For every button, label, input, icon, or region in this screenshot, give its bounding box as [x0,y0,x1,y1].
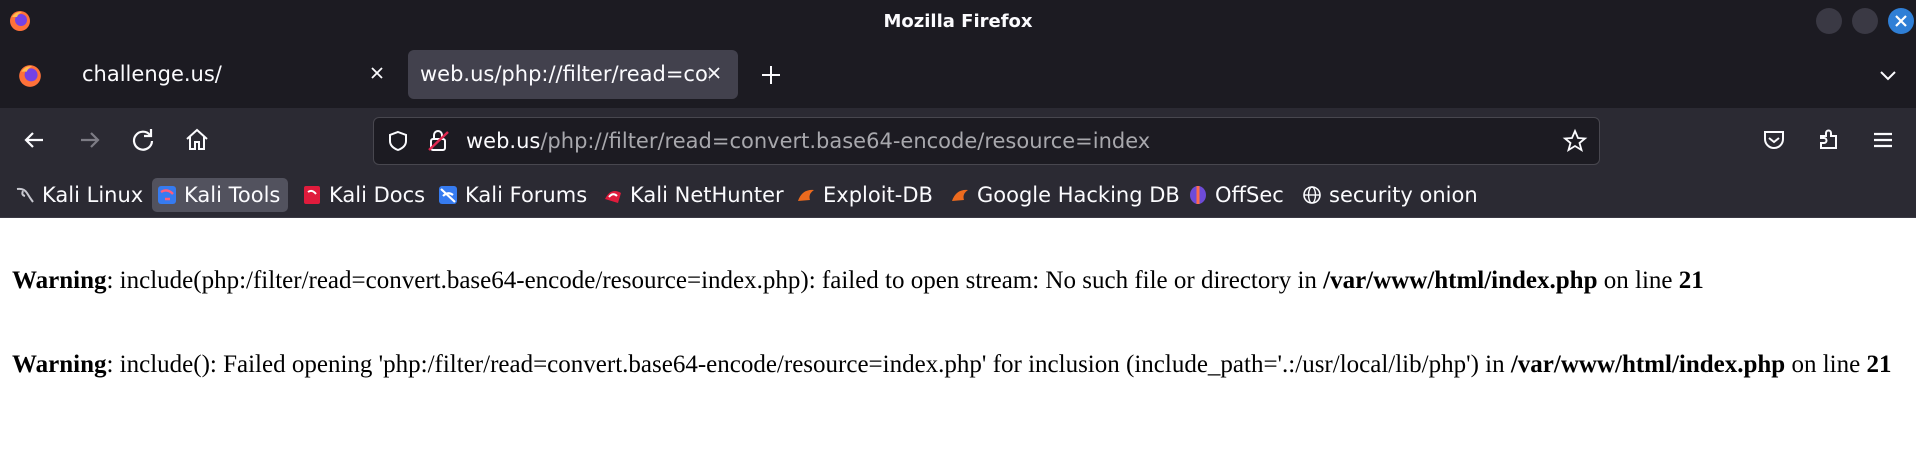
kali-tools-icon [158,186,176,204]
kali-dragon-icon [16,187,34,203]
warning-text: : include(php:/filter/read=convert.base6… [106,267,1324,294]
ghdb-icon [952,189,968,201]
bookmark-label: Exploit-DB [823,183,933,207]
close-icon [1895,15,1907,27]
tab-web-us[interactable]: web.us/php://filter/read=con [408,50,738,99]
warning-file: /var/www/html/index.php [1510,351,1786,378]
bookmark-kali-nethunter[interactable]: Kali NetHunter [598,178,784,212]
tab-title: challenge.us/ [82,62,222,86]
warning-line-number: 21 [1866,351,1892,378]
maximize-button[interactable] [1852,8,1878,34]
exploit-db-icon [798,189,814,201]
forward-arrow-icon[interactable] [75,126,103,154]
url-bar[interactable]: web.us/php://filter/read=convert.base64-… [373,117,1600,165]
kali-nethunter-icon [605,191,621,203]
navigation-bar: web.us/php://filter/read=convert.base64-… [0,108,1916,172]
bookmark-kali-tools[interactable]: Kali Tools [152,178,288,212]
reload-icon[interactable] [129,126,157,154]
globe-icon [1303,186,1321,204]
list-tabs-chevron-down-icon[interactable] [1876,63,1900,87]
bookmark-label: security onion [1329,183,1478,207]
kali-forums-icon [439,186,457,204]
page-content: Warning: include(php:/filter/read=conver… [0,218,1916,453]
bookmark-kali-forums[interactable]: Kali Forums [433,178,591,212]
extensions-icon[interactable] [1815,126,1843,154]
bookmark-security-onion[interactable]: security onion [1297,178,1478,212]
warning-on-line: on line [1785,351,1867,378]
php-warning-2: Warning: include(): Failed opening 'php:… [12,348,1902,382]
window-title: Mozilla Firefox [883,11,1033,32]
warning-text: : include(): Failed opening 'php:/filter… [106,351,1511,378]
bookmarks-toolbar: Kali Linux Kali Tools Kali Docs Kali For… [0,172,1916,218]
home-icon[interactable] [183,126,211,154]
bookmark-label: Kali Linux [42,183,144,207]
bookmark-label: Kali NetHunter [630,183,784,207]
warning-label: Warning [12,351,107,378]
bookmark-label: Kali Docs [329,183,426,207]
new-tab-plus-icon[interactable] [757,61,785,89]
tab-close-icon[interactable] [366,62,388,84]
warning-label: Warning [12,267,107,294]
bookmark-label: OffSec [1215,183,1284,207]
bookmark-kali-docs[interactable]: Kali Docs [297,178,427,212]
tab-close-icon[interactable] [703,62,725,84]
php-warning-1: Warning: include(php:/filter/read=conver… [12,264,1902,298]
bookmark-exploit-db[interactable]: Exploit-DB [791,178,933,212]
bookmark-offsec[interactable]: OffSec [1183,178,1289,212]
bookmark-label: Kali Tools [184,183,281,207]
warning-file: /var/www/html/index.php [1323,267,1598,294]
shield-icon[interactable] [386,129,410,153]
url-text[interactable]: web.us/php://filter/read=convert.base64-… [466,129,1150,153]
title-bar: Mozilla Firefox [0,0,1916,41]
firefox-view-icon[interactable] [17,63,43,89]
bookmark-label: Kali Forums [465,183,588,207]
bookmark-kali-linux[interactable]: Kali Linux [10,178,146,212]
insecure-lock-icon[interactable] [426,128,452,154]
minimize-button[interactable] [1816,8,1842,34]
tab-challenge[interactable]: challenge.us/ [70,50,400,99]
back-arrow-icon[interactable] [21,126,49,154]
bookmark-label: Google Hacking DB [977,183,1180,207]
url-host: web.us [466,129,541,153]
warning-line-number: 21 [1678,267,1704,294]
url-path: /php://filter/read=convert.base64-encode… [540,129,1151,153]
warning-on-line: on line [1597,267,1679,294]
offsec-icon [1190,186,1206,204]
tab-title: web.us/php://filter/read=con [420,62,710,86]
pocket-icon[interactable] [1760,126,1788,154]
close-window-button[interactable] [1888,8,1914,34]
menu-icon[interactable] [1869,126,1897,154]
star-icon[interactable] [1562,128,1588,154]
bookmark-google-hacking-db[interactable]: Google Hacking DB [945,178,1180,212]
kali-docs-icon [304,186,320,204]
tab-bar: challenge.us/ web.us/php://filter/read=c… [0,41,1916,108]
